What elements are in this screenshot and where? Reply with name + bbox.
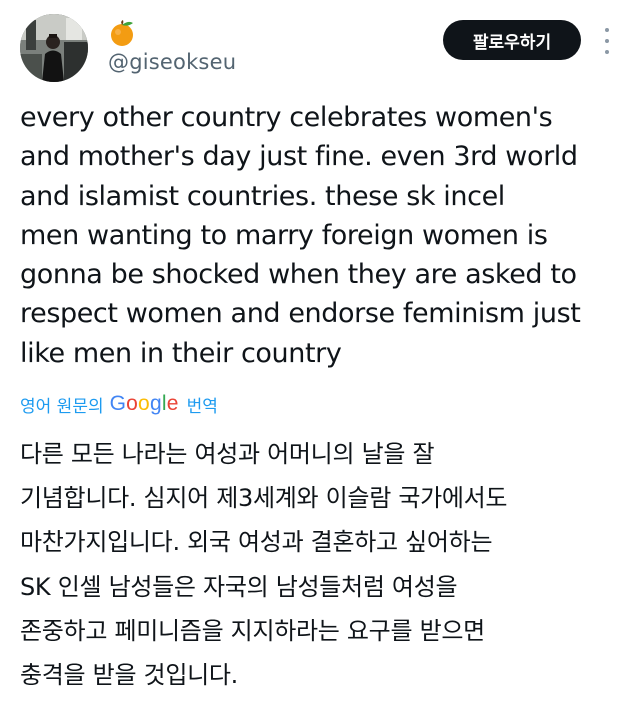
tweet-body: every other country celebrates women's a… (20, 98, 625, 373)
translated-line: 충격을 받을 것입니다. (20, 661, 239, 690)
translated-body: 다른 모든 나라는 여성과 어머니의 날을 잘 기념합니다. 심지어 제3세계와… (20, 432, 630, 697)
user-handle[interactable]: @giseokseu (108, 50, 236, 74)
avatar[interactable] (20, 14, 88, 82)
profile-photo (20, 14, 88, 82)
tweet-line: respect women and endorse feminism just (20, 298, 581, 330)
translated-line: 다른 모든 나라는 여성과 어머니의 날을 잘 (20, 440, 435, 468)
follow-button[interactable]: 팔로우하기 (443, 20, 581, 60)
tweet-line: men wanting to marry foreign women is (20, 219, 548, 251)
google-logo: Google (109, 392, 179, 415)
translation-attribution[interactable]: 영어 원문의 Google 번역 (20, 390, 218, 418)
tweet-line: gonna be shocked when they are asked to (20, 259, 577, 291)
translation-prefix: 영어 원문의 (20, 396, 104, 417)
translated-line: 존중하고 페미니즘을 지지하라는 요구를 받으면 (20, 616, 485, 645)
tweet-line: every other country celebrates women's (20, 102, 553, 133)
translation-suffix: 번역 (186, 396, 218, 417)
more-dot (605, 50, 609, 54)
more-dot (605, 28, 609, 32)
translated-line: 기념합니다. 심지어 제3세계와 이슬람 국가에서도 (20, 484, 508, 513)
more-vertical-icon[interactable] (597, 28, 617, 54)
translated-line: 마찬가지입니다. 외국 여성과 결혼하고 싶어하는 (20, 528, 493, 557)
tweet-line: and mother's day just fine. even 3rd wor… (20, 141, 578, 173)
more-dot (605, 39, 609, 43)
tweet-line: like men in their country (20, 337, 342, 369)
tweet-header: @giseokseu 팔로우하기 (0, 0, 640, 90)
tweet-line: and islamist countries. these sk incel (20, 180, 505, 212)
tangerine-emoji (111, 20, 133, 46)
translated-line: SK 인셀 남성들은 자국의 남성들처럼 여성을 (20, 572, 458, 601)
